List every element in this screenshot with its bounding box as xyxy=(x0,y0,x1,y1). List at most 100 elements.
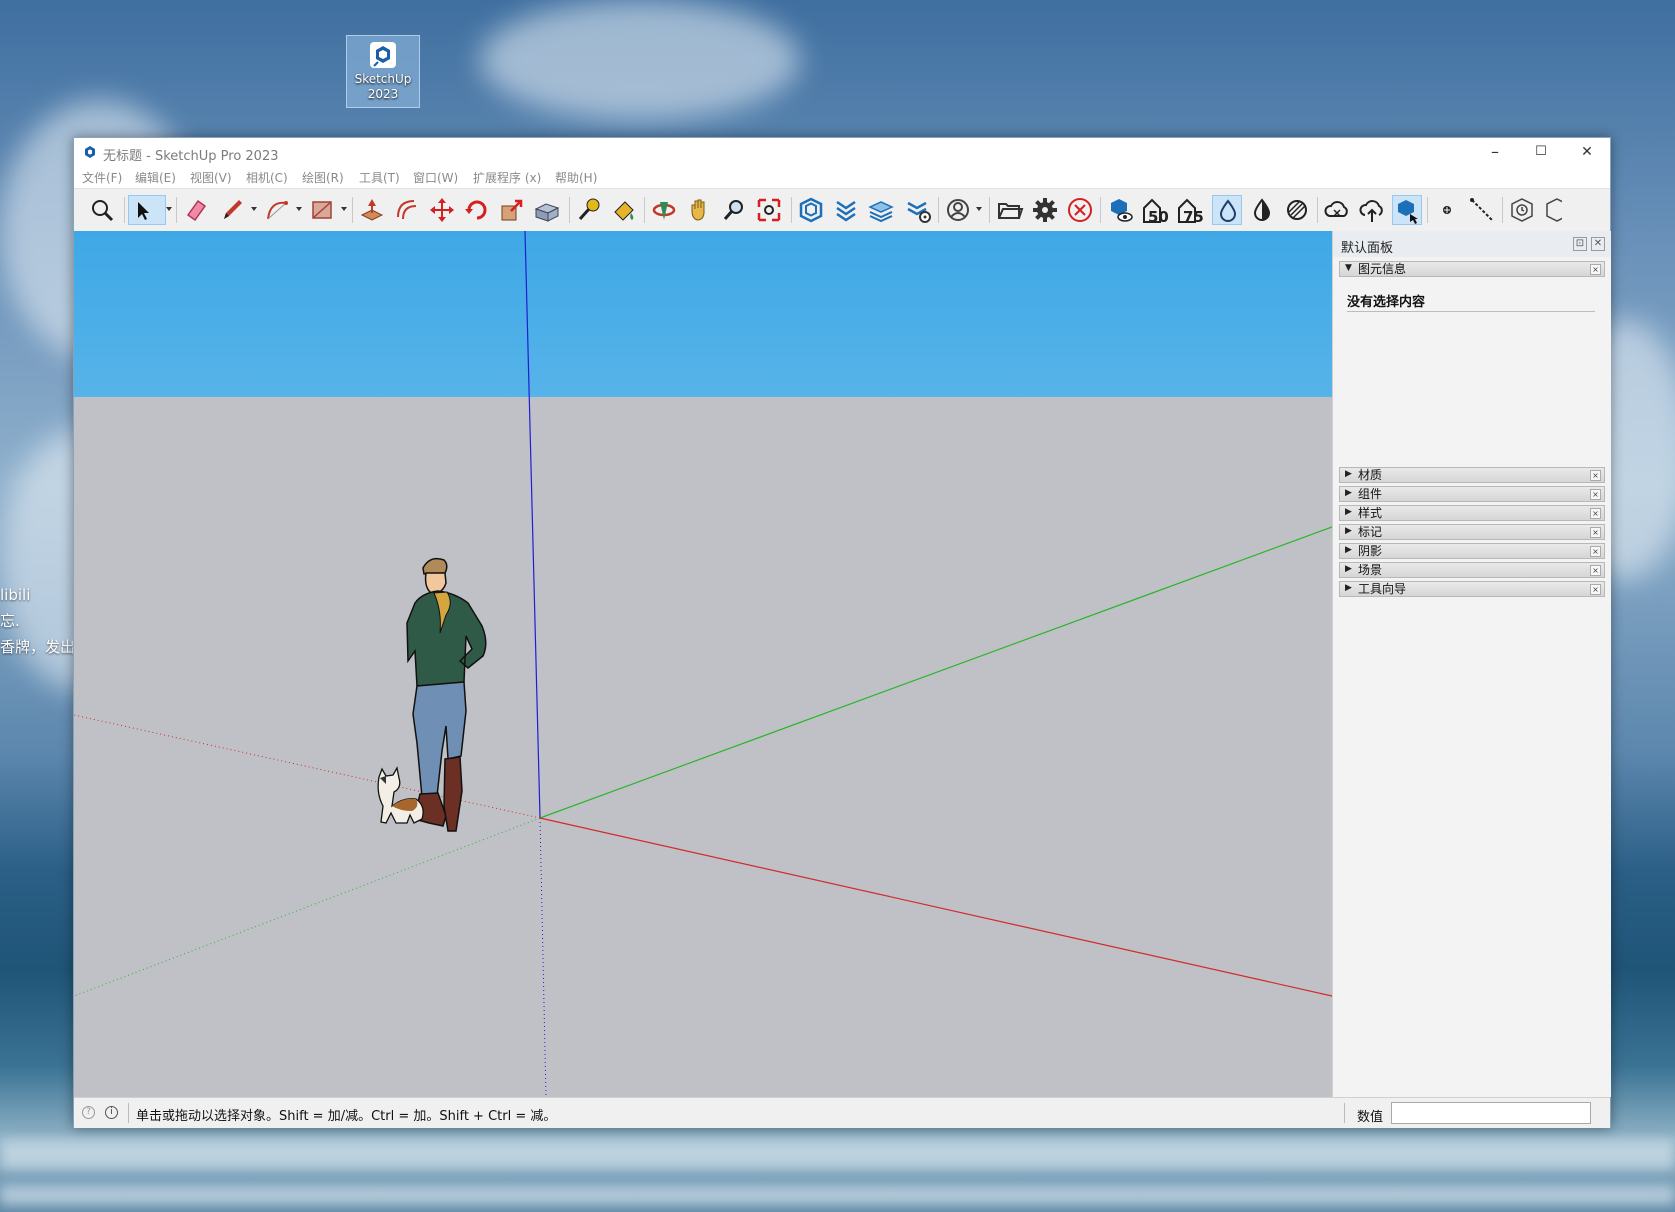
select-tool-button[interactable] xyxy=(128,195,166,225)
desktop-shortcut-sketchup[interactable]: SketchUp 2023 xyxy=(346,35,420,108)
pencil-button[interactable] xyxy=(217,195,247,225)
panel-close-icon[interactable]: × xyxy=(1590,489,1601,500)
cube-icon xyxy=(1546,198,1562,222)
xray-button[interactable] xyxy=(1212,195,1242,225)
follow-me-icon xyxy=(534,203,560,222)
cloud-upload-button[interactable] xyxy=(1357,195,1387,225)
rectangle-button[interactable] xyxy=(307,195,337,225)
orbit-icon xyxy=(652,202,676,220)
fifty-percent-button[interactable]: 50 xyxy=(1140,195,1170,226)
menu-file[interactable]: 文件(F) xyxy=(82,169,122,186)
panel-shadows-header[interactable]: ▶ 阴影 × xyxy=(1339,543,1605,559)
measurements-input[interactable] xyxy=(1391,1102,1591,1124)
panel-close-icon[interactable]: × xyxy=(1590,508,1601,519)
status-bar: ? i 单击或拖动以选择对象。Shift = 加/减。Ctrl = 加。Shif… xyxy=(74,1097,1610,1128)
extension-warehouse-button[interactable] xyxy=(831,195,861,225)
panel-close-icon[interactable]: × xyxy=(1590,584,1601,595)
arc-button[interactable] xyxy=(262,195,292,225)
scale-button[interactable] xyxy=(497,195,527,225)
menu-window[interactable]: 窗口(W) xyxy=(413,169,458,186)
tray-header: 默认面板 ⊡ ✕ xyxy=(1333,231,1611,257)
panel-label: 材质 xyxy=(1358,468,1383,482)
menu-help[interactable]: 帮助(H) xyxy=(555,169,597,186)
line-dropdown-caret[interactable] xyxy=(251,207,257,211)
panel-close-icon[interactable]: × xyxy=(1590,470,1601,481)
zoom-extents-button[interactable] xyxy=(87,195,117,225)
menu-edit[interactable]: 编辑(E) xyxy=(135,169,176,186)
account-icon xyxy=(947,199,969,221)
tape-measure-button[interactable] xyxy=(574,195,604,225)
move-button[interactable] xyxy=(427,195,457,225)
seventy-five-percent-button[interactable]: 75 xyxy=(1175,195,1205,226)
rotate-button[interactable] xyxy=(462,195,492,225)
menu-camera[interactable]: 相机(C) xyxy=(246,169,288,186)
maximize-button[interactable]: ☐ xyxy=(1518,138,1564,166)
settings-gear-icon xyxy=(1033,198,1057,222)
panel-styles-header[interactable]: ▶ 样式 × xyxy=(1339,505,1605,521)
account-button[interactable] xyxy=(943,195,973,225)
sketchup-app-icon xyxy=(85,146,95,158)
warehouse-icon xyxy=(799,197,823,223)
hatch-button[interactable] xyxy=(1282,195,1312,225)
panel-close-icon[interactable]: × xyxy=(1590,527,1601,538)
close-button[interactable]: ✕ xyxy=(1564,138,1610,166)
panel-tags-header[interactable]: ▶ 标记 × xyxy=(1339,524,1605,540)
panel-scenes-header[interactable]: ▶ 场景 × xyxy=(1339,562,1605,578)
select-dropdown-caret[interactable] xyxy=(166,207,172,211)
zoom-button[interactable] xyxy=(719,195,749,225)
model-viewer-button[interactable] xyxy=(1105,195,1135,225)
point-button[interactable] xyxy=(1432,195,1462,225)
layers-button[interactable] xyxy=(866,195,896,225)
model-viewer-icon xyxy=(1111,199,1133,222)
svg-text:50: 50 xyxy=(1148,208,1169,225)
panel-instructor-header[interactable]: ▶ 工具向导 × xyxy=(1339,581,1605,597)
menu-view[interactable]: 视图(V) xyxy=(190,169,232,186)
follow-me-button[interactable] xyxy=(532,195,562,225)
panel-components-header[interactable]: ▶ 组件 × xyxy=(1339,486,1605,502)
paint-bucket-button[interactable] xyxy=(609,195,639,225)
panel-close-icon[interactable]: × xyxy=(1590,264,1601,275)
push-pull-button[interactable] xyxy=(357,195,387,225)
open-button[interactable] xyxy=(995,195,1025,225)
cloud-sync-button[interactable] xyxy=(1322,195,1352,225)
panel-entity-info-header[interactable]: ▼ 图元信息 × xyxy=(1339,261,1605,277)
no-selection-message: 没有选择内容 xyxy=(1347,295,1426,310)
contrast-button[interactable] xyxy=(1247,195,1277,225)
menu-draw[interactable]: 绘图(R) xyxy=(302,169,344,186)
title-bar[interactable]: 无标题 - SketchUp Pro 2023 – ☐ ✕ xyxy=(74,138,1610,166)
info-icon[interactable]: i xyxy=(105,1106,118,1119)
eraser-button[interactable] xyxy=(181,195,211,225)
offset-icon xyxy=(397,200,417,220)
cancel-button[interactable] xyxy=(1065,195,1095,225)
menu-tools[interactable]: 工具(T) xyxy=(359,169,400,186)
scale-figure-person xyxy=(406,557,487,832)
dashed-line-button[interactable] xyxy=(1467,195,1497,225)
zoom-window-button[interactable] xyxy=(754,195,784,225)
tray-pin-icon[interactable]: ⊡ xyxy=(1573,237,1587,251)
account-dropdown-caret[interactable] xyxy=(976,207,982,211)
history-button[interactable] xyxy=(1507,195,1537,225)
extension-manager-button[interactable] xyxy=(903,195,933,225)
orbit-button[interactable] xyxy=(649,195,679,225)
offset-button[interactable] xyxy=(392,195,422,225)
desktop-fragment: libili xyxy=(0,586,31,604)
tray-close-icon[interactable]: ✕ xyxy=(1591,237,1605,251)
menu-extensions[interactable]: 扩展程序 (x) xyxy=(473,169,541,186)
arc-dropdown-caret[interactable] xyxy=(296,207,302,211)
settings-button[interactable] xyxy=(1030,195,1060,225)
window-title: 无标题 - SketchUp Pro 2023 xyxy=(103,149,279,164)
panel-materials-header[interactable]: ▶ 材质 × xyxy=(1339,467,1605,483)
drawing-area[interactable] xyxy=(74,231,1332,1097)
pan-button[interactable] xyxy=(684,195,714,225)
panel-close-icon[interactable]: × xyxy=(1590,565,1601,576)
point-icon xyxy=(1443,206,1451,214)
shape-dropdown-caret[interactable] xyxy=(341,207,347,211)
panel-label: 组件 xyxy=(1358,487,1383,501)
minimize-button[interactable]: – xyxy=(1472,138,1518,166)
3d-warehouse-button[interactable] xyxy=(796,195,826,225)
trimble-connect-button[interactable] xyxy=(1392,195,1422,225)
truncated-tool-button[interactable] xyxy=(1542,195,1562,225)
geo-location-icon[interactable]: ? xyxy=(82,1106,95,1119)
expand-arrow-icon: ▶ xyxy=(1345,545,1352,555)
panel-close-icon[interactable]: × xyxy=(1590,546,1601,557)
